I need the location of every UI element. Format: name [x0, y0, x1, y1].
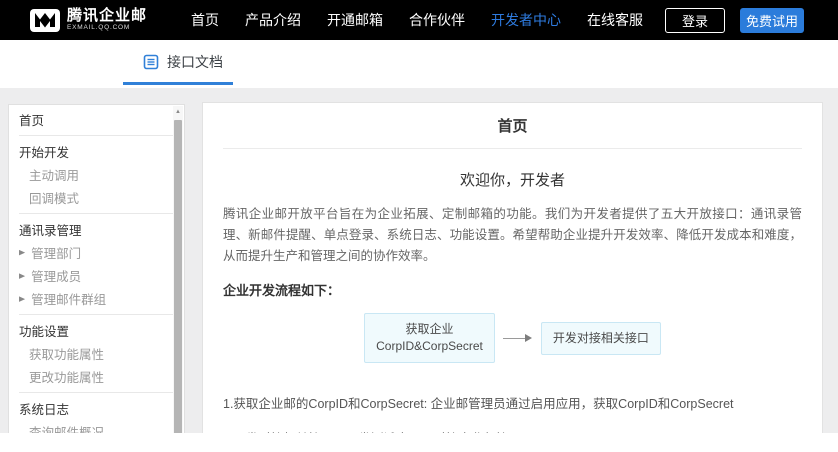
login-button[interactable]: 登录 — [665, 8, 725, 33]
triangle-right-icon: ▶ — [19, 271, 25, 279]
sidebar-item-manage-departments[interactable]: ▶ 管理部门 — [9, 241, 184, 264]
sidebar-item-label: 查询邮件概况 — [29, 422, 104, 433]
triangle-right-icon: ▶ — [19, 294, 25, 302]
flow-step1-line1: 获取企业 — [376, 321, 483, 338]
sidebar-divider — [19, 135, 174, 136]
intro-paragraph: 腾讯企业邮开放平台旨在为企业拓展、定制邮箱的功能。我们为开发者提供了五大开放接口… — [223, 204, 802, 267]
document-icon — [143, 54, 159, 70]
logo-subtitle: EXMAIL.QQ.COM — [67, 25, 147, 32]
nav-developer-center[interactable]: 开发者中心 — [491, 10, 561, 30]
sidebar-item-contacts-mgmt[interactable]: 通讯录管理 — [9, 218, 184, 241]
sidebar-item-label: 管理成员 — [31, 266, 81, 285]
sidebar-item-query-mail-overview[interactable]: 查询邮件概况 — [9, 420, 184, 433]
title-divider — [223, 148, 802, 149]
sidebar-item-change-feature-attrs[interactable]: 更改功能属性 — [9, 365, 184, 388]
top-navigation-bar: 腾讯企业邮 EXMAIL.QQ.COM 首页 产品介绍 开通邮箱 合作伙伴 开发… — [0, 0, 838, 40]
sidebar-scrollbar[interactable]: ▲ — [173, 106, 183, 433]
nav-home[interactable]: 首页 — [191, 10, 219, 30]
welcome-text: 欢迎你，开发者 — [223, 169, 802, 190]
sidebar-item-label: 系统日志 — [19, 399, 69, 418]
active-tab-underline — [123, 82, 233, 85]
sidebar-item-feature-settings[interactable]: 功能设置 — [9, 319, 184, 342]
flow-step1-line2: CorpID&CorpSecret — [376, 338, 483, 355]
sidebar-item-manage-mail-groups[interactable]: ▶ 管理邮件群组 — [9, 287, 184, 310]
sidebar-item-label: 首页 — [19, 110, 44, 129]
sidebar-item-label: 开始开发 — [19, 142, 69, 161]
sidebar-divider — [19, 392, 174, 393]
dev-process-flow: 获取企业 CorpID&CorpSecret 开发对接相关接口 — [223, 313, 802, 363]
sidebar-item-label: 管理邮件群组 — [31, 289, 106, 308]
sidebar-item-get-feature-attrs[interactable]: 获取功能属性 — [9, 342, 184, 365]
nav-online-support[interactable]: 在线客服 — [587, 10, 643, 30]
sidebar-item-system-log[interactable]: 系统日志 — [9, 397, 184, 420]
exmail-logo[interactable]: 腾讯企业邮 EXMAIL.QQ.COM — [30, 8, 147, 32]
sidebar-item-callback-mode[interactable]: 回调模式 — [9, 186, 184, 209]
main-nav: 首页 产品介绍 开通邮箱 合作伙伴 开发者中心 在线客服 — [191, 10, 643, 30]
logo-title: 腾讯企业邮 — [67, 8, 147, 23]
sidebar-item-label: 回调模式 — [29, 188, 79, 207]
sidebar-item-home[interactable]: 首页 — [9, 108, 184, 131]
sidebar-item-label: 更改功能属性 — [29, 367, 104, 386]
nav-partners[interactable]: 合作伙伴 — [409, 10, 465, 30]
step-description-1: 1.获取企业邮的CorpID和CorpSecret: 企业邮管理员通过启用应用，… — [223, 393, 802, 412]
sidebar-divider — [19, 314, 174, 315]
page-title: 首页 — [223, 115, 802, 136]
sidebar-item-label: 管理部门 — [31, 243, 81, 262]
exmail-logo-icon — [30, 9, 60, 32]
secondary-tab-bar: 接口文档 — [0, 40, 838, 88]
sidebar-item-get-started[interactable]: 开始开发 — [9, 140, 184, 163]
docs-main-panel: 首页 欢迎你，开发者 腾讯企业邮开放平台旨在为企业拓展、定制邮箱的功能。我们为开… — [202, 102, 823, 433]
sidebar-item-label: 功能设置 — [19, 321, 69, 340]
free-trial-button[interactable]: 免费试用 — [740, 8, 804, 33]
docs-sidebar: 首页 开始开发 主动调用 回调模式 通讯录管理 ▶ 管理部门 ▶ 管理成员 ▶ 管理邮… — [8, 104, 185, 433]
sidebar-divider — [19, 213, 174, 214]
process-heading: 企业开发流程如下： — [223, 280, 802, 299]
sidebar-item-active-call[interactable]: 主动调用 — [9, 163, 184, 186]
exmail-logo-text: 腾讯企业邮 EXMAIL.QQ.COM — [67, 8, 147, 32]
step-description-2: 2.开发对接相关接口：开发测试应用，对接企业邮接口 — [223, 428, 802, 433]
sidebar-item-manage-members[interactable]: ▶ 管理成员 — [9, 264, 184, 287]
triangle-right-icon: ▶ — [19, 248, 25, 256]
sidebar-item-label: 通讯录管理 — [19, 220, 82, 239]
scrollbar-up-arrow-icon[interactable]: ▲ — [173, 106, 183, 118]
content-region: 首页 开始开发 主动调用 回调模式 通讯录管理 ▶ 管理部门 ▶ 管理成员 ▶ 管理邮… — [0, 88, 838, 433]
nav-open-mailbox[interactable]: 开通邮箱 — [327, 10, 383, 30]
flow-step-develop-api: 开发对接相关接口 — [541, 322, 661, 355]
right-arrow-icon — [495, 334, 541, 342]
flow-step-get-corpid: 获取企业 CorpID&CorpSecret — [364, 313, 495, 363]
nav-product-intro[interactable]: 产品介绍 — [245, 10, 301, 30]
scrollbar-thumb[interactable] — [174, 120, 182, 433]
tab-api-docs[interactable]: 接口文档 — [143, 52, 223, 72]
sidebar-item-label: 主动调用 — [29, 165, 79, 184]
tab-api-docs-label: 接口文档 — [167, 52, 223, 72]
flow-step2-label: 开发对接相关接口 — [553, 330, 649, 347]
sidebar-item-label: 获取功能属性 — [29, 344, 104, 363]
